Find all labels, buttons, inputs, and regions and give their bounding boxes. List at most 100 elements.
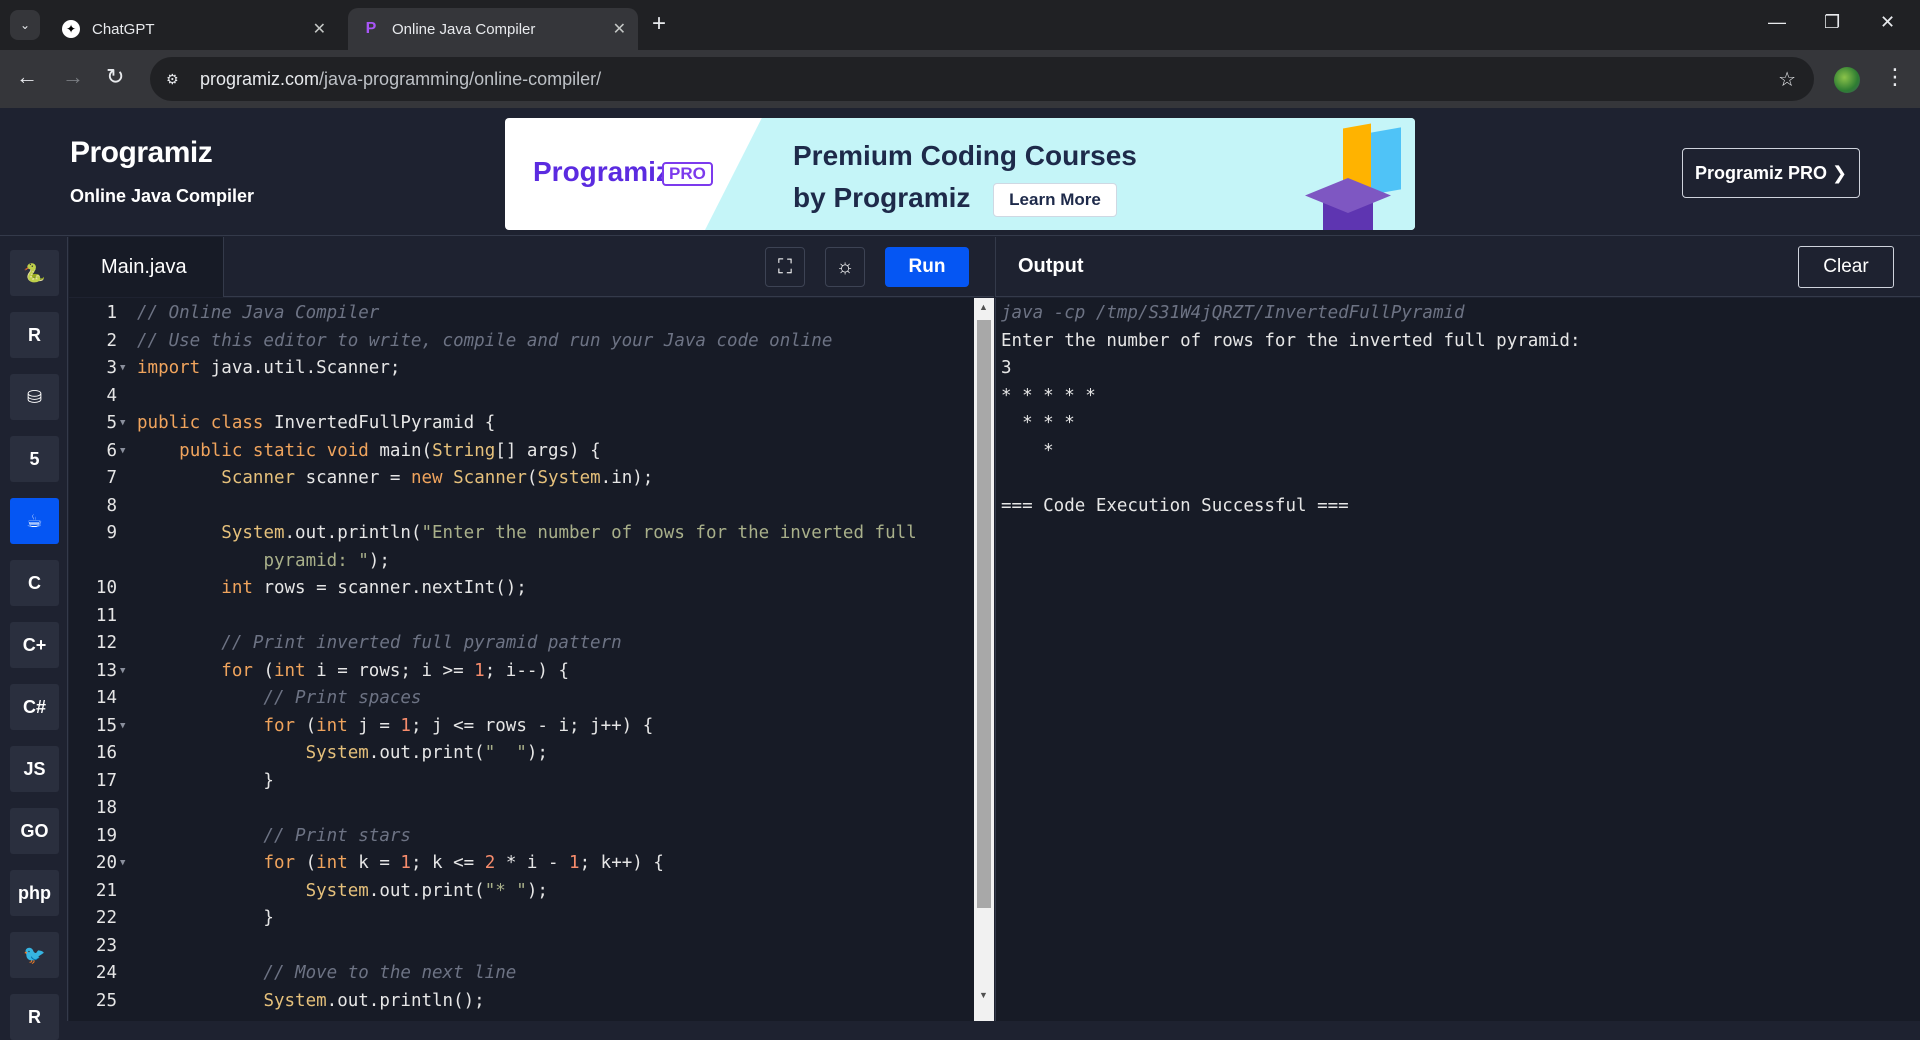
fold-arrow-icon[interactable]: ▼ [120, 713, 125, 740]
code-text[interactable]: for (int j = 1; j <= rows - i; j++) { [137, 713, 653, 740]
programiz-logo[interactable]: Programiz [70, 136, 213, 170]
new-tab-icon[interactable]: + [652, 10, 666, 38]
code-text[interactable]: for (int k = 1; k <= 2 * i - 1; k++) { [137, 850, 663, 877]
code-text[interactable]: pyramid: "); [137, 548, 389, 575]
code-text[interactable]: // Move to the next line [137, 960, 516, 987]
forward-arrow-icon[interactable]: → [62, 65, 84, 89]
code-line[interactable]: 14 // Print spaces [69, 685, 974, 712]
javascript-icon[interactable]: JS [10, 746, 59, 792]
fold-arrow-icon[interactable]: ▼ [120, 355, 125, 382]
fullscreen-icon[interactable]: ⛶ [765, 247, 805, 287]
code-line[interactable]: 25 System.out.println(); [69, 988, 974, 1015]
editor-scrollbar[interactable]: ▲ ▼ [974, 298, 994, 1021]
code-text[interactable]: System.out.print(" "); [137, 740, 548, 767]
code-line[interactable]: pyramid: "); [69, 548, 974, 575]
code-text[interactable]: public static void main(String[] args) { [137, 438, 600, 465]
minimize-icon[interactable]: — [1768, 12, 1786, 33]
code-text[interactable]: // Print inverted full pyramid pattern [137, 630, 621, 657]
url-text[interactable]: programiz.com/java-programming/online-co… [200, 69, 601, 90]
tab-search-chevron-icon[interactable]: ⌄ [10, 10, 40, 40]
code-text[interactable]: // Print stars [137, 823, 411, 850]
code-line[interactable]: 18 [69, 795, 974, 822]
code-line[interactable]: 24 // Move to the next line [69, 960, 974, 987]
programiz-pro-button[interactable]: Programiz PRO ❯ [1682, 148, 1860, 198]
code-text[interactable]: Scanner scanner = new Scanner(System.in)… [137, 465, 653, 492]
restore-icon[interactable]: ❐ [1824, 12, 1840, 33]
reload-icon[interactable]: ↻ [106, 65, 124, 89]
code-text[interactable]: } [137, 768, 274, 795]
code-line[interactable]: 20 ▼ for (int k = 1; k <= 2 * i - 1; k++)… [69, 850, 974, 877]
fold-arrow-icon[interactable]: ▼ [120, 658, 125, 685]
learn-more-button[interactable]: Learn More [993, 183, 1117, 217]
rust-icon[interactable]: R [10, 994, 59, 1040]
code-line[interactable]: 8 [69, 493, 974, 520]
run-button[interactable]: Run [885, 247, 969, 287]
code-line[interactable]: 1 // Online Java Compiler [69, 300, 974, 327]
scroll-up-arrow-icon[interactable]: ▲ [979, 302, 988, 312]
code-text[interactable]: System.out.println(); [137, 988, 484, 1015]
browser-tab-chatgpt[interactable]: ✦ ChatGPT ✕ [48, 8, 338, 50]
go-icon[interactable]: GO [10, 808, 59, 854]
address-bar[interactable]: ⚙ programiz.com/java-programming/online-… [150, 57, 1814, 101]
c-icon[interactable]: C [10, 560, 59, 606]
code-text[interactable]: // Use this editor to write, compile and… [137, 328, 832, 355]
code-line[interactable]: 17 } [69, 768, 974, 795]
code-line[interactable]: 19 // Print stars [69, 823, 974, 850]
html-icon[interactable]: 5 [10, 436, 59, 482]
code-line[interactable]: 10 int rows = scanner.nextInt(); [69, 575, 974, 602]
code-line[interactable]: 15 ▼ for (int j = 1; j <= rows - i; j++) … [69, 713, 974, 740]
code-line[interactable]: 12 // Print inverted full pyramid patter… [69, 630, 974, 657]
line-number: 14 [95, 688, 117, 708]
code-text[interactable]: int rows = scanner.nextInt(); [137, 575, 527, 602]
window-close-icon[interactable]: ✕ [1880, 12, 1895, 33]
code-line[interactable]: 23 [69, 933, 974, 960]
code-line[interactable]: 7 Scanner scanner = new Scanner(System.i… [69, 465, 974, 492]
code-line[interactable]: 2 // Use this editor to write, compile an… [69, 328, 974, 355]
code-line[interactable]: 6 ▼ public static void main(String[] args… [69, 438, 974, 465]
profile-avatar[interactable] [1834, 67, 1860, 93]
fold-arrow-icon[interactable]: ▼ [120, 410, 125, 437]
file-tab-main-java[interactable]: Main.java [69, 237, 224, 297]
scrollbar-thumb[interactable] [977, 320, 991, 908]
back-arrow-icon[interactable]: ← [16, 65, 38, 89]
theme-sun-icon[interactable]: ☼ [825, 247, 865, 287]
code-text[interactable]: // Print spaces [137, 685, 421, 712]
code-line[interactable]: 11 [69, 603, 974, 630]
output-console: java -cp /tmp/S31W4jQRZT/InvertedFullPyr… [995, 298, 1920, 1021]
code-line[interactable]: 13 ▼ for (int i = rows; i >= 1; i--) { [69, 658, 974, 685]
clear-button[interactable]: Clear [1798, 246, 1894, 288]
code-line[interactable]: 22 } [69, 905, 974, 932]
code-line[interactable]: 21 System.out.print("* "); [69, 878, 974, 905]
php-icon[interactable]: php [10, 870, 59, 916]
code-text[interactable]: System.out.print("* "); [137, 878, 548, 905]
fold-arrow-icon[interactable]: ▼ [120, 850, 125, 877]
sql-icon[interactable]: ⛁ [10, 374, 59, 420]
code-line[interactable]: 4 [69, 383, 974, 410]
csharp-icon[interactable]: C# [10, 684, 59, 730]
code-text[interactable]: } [137, 905, 274, 932]
code-text[interactable]: for (int i = rows; i >= 1; i--) { [137, 658, 569, 685]
swift-icon[interactable]: 🐦 [10, 932, 59, 978]
r-icon[interactable]: R [10, 312, 59, 358]
site-info-icon[interactable]: ⚙ [166, 71, 188, 88]
code-line[interactable]: 5 ▼ public class InvertedFullPyramid { [69, 410, 974, 437]
java-icon[interactable]: ☕ [10, 498, 59, 544]
bookmark-star-icon[interactable]: ☆ [1778, 67, 1796, 92]
code-text[interactable]: import java.util.Scanner; [137, 355, 400, 382]
scroll-down-arrow-icon[interactable]: ▼ [979, 990, 988, 1000]
code-editor[interactable]: 1 // Online Java Compiler 2 // Use this edi… [69, 298, 974, 1021]
fold-arrow-icon[interactable]: ▼ [120, 438, 125, 465]
code-text[interactable]: public class InvertedFullPyramid { [137, 410, 495, 437]
code-line[interactable]: 16 System.out.print(" "); [69, 740, 974, 767]
menu-kebab-icon[interactable]: ⋮ [1884, 64, 1906, 90]
python-icon[interactable]: 🐍 [10, 250, 59, 296]
code-text[interactable]: System.out.println("Enter the number of … [137, 520, 916, 547]
browser-tab-compiler[interactable]: P Online Java Compiler ✕ [348, 8, 638, 50]
close-icon[interactable]: ✕ [313, 19, 326, 39]
code-text[interactable]: // Online Java Compiler [137, 300, 379, 327]
code-line[interactable]: 3 ▼ import java.util.Scanner; [69, 355, 974, 382]
code-line[interactable]: 9 System.out.println("Enter the number o… [69, 520, 974, 547]
cplusplus-icon[interactable]: C+ [10, 622, 59, 668]
close-icon[interactable]: ✕ [613, 19, 626, 39]
promo-banner[interactable]: Programiz PRO Premium Coding Courses by … [505, 118, 1415, 230]
